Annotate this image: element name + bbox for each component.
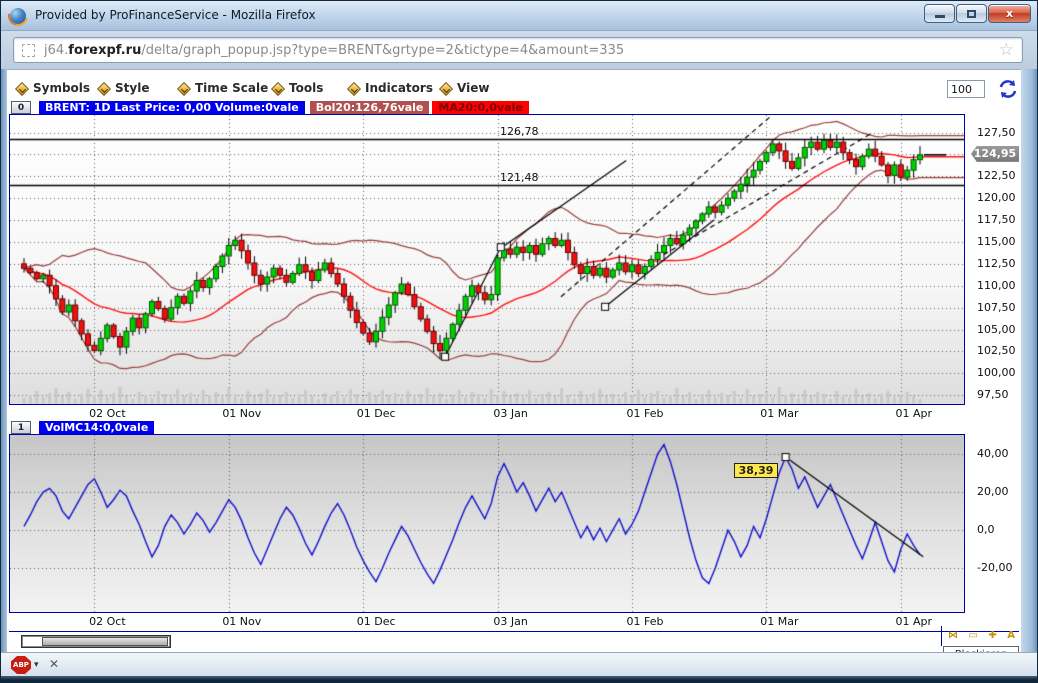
url-text: j64.forexpf.ru/delta/graph_popup.jsp?typ… [44,43,624,58]
pane-index-button[interactable]: 0 [11,101,31,114]
favicon-placeholder-icon [22,44,35,57]
x-axis-label: 02 Oct [89,407,126,420]
x-axis-label: 01 Feb [627,407,664,420]
applet-divider [9,631,1019,632]
bollinger-legend-chip[interactable]: Bol20:126,76vale [310,101,430,115]
menu-symbols[interactable]: Symbols [15,78,90,98]
menu-diamond-icon [439,82,452,95]
indicator-tick-label: 40,00 [977,447,1009,460]
zoom-in-icon[interactable]: ✚ [988,631,996,641]
indicator-legend: 1 VolMC14:0,0vale [7,421,154,435]
indicator-tick-label: 20,00 [977,485,1009,498]
ma-legend-chip[interactable]: MA20:0,0vale [432,101,528,115]
chart-tool-panel: ⋈ ▭ ✚ A [941,626,1021,646]
title-bar[interactable]: Provided by ProFinanceService - Mozilla … [1,1,1038,31]
maximize-icon [967,10,976,18]
price-tick-label: 105,00 [977,323,1016,336]
indicator-tick-label: 0,0 [977,523,995,536]
bookmark-star-icon[interactable]: ☆ [999,42,1014,59]
menu-diamond-icon [347,82,360,95]
menu-tools[interactable]: Tools [271,78,323,98]
main-chart-canvas[interactable] [10,115,964,404]
pane-index-button[interactable]: 1 [11,421,31,434]
window-frame-right [1021,69,1038,676]
addon-bar: ABP ▾ ✕ [1,652,1038,676]
window-title: Provided by ProFinanceService - Mozilla … [35,8,316,22]
adblock-icon[interactable]: ABP [11,656,31,674]
last-price-badge: 124,95 [971,146,1019,162]
maximize-button[interactable] [956,4,987,23]
chart-menu-bar: Symbols Style Time Scale Tools Indicator… [7,78,1021,100]
close-icon: x [1006,7,1013,20]
minimize-icon [935,15,945,18]
navigation-bar: j64.forexpf.ru/delta/graph_popup.jsp?typ… [1,31,1038,69]
close-button[interactable]: x [988,4,1031,23]
amount-input[interactable] [947,80,985,98]
price-tick-label: 122,50 [977,169,1016,182]
price-tick-label: 100,00 [977,366,1016,379]
main-time-axis: 02 Oct 01 Nov 01 Dec 03 Jan 01 Feb 01 Mar 01 A… [9,406,965,420]
price-tick-label: 120,00 [977,191,1016,204]
x-axis-label: 03 Jan [493,407,527,420]
x-axis-label: 01 Apr [896,615,933,628]
price-tick-label: 97,50 [977,388,1009,401]
url-input[interactable]: j64.forexpf.ru/delta/graph_popup.jsp?typ… [13,37,1023,63]
refresh-button[interactable] [997,78,1019,100]
menu-indicators[interactable]: Indicators [347,78,433,98]
price-tick-label: 112,50 [977,257,1016,270]
window-frame-bottom [1,676,1038,683]
x-axis-label: 01 Nov [222,615,261,628]
hline-value-label: 121,48 [500,171,539,184]
indicator-plot[interactable]: 38,39 [9,434,965,613]
menu-diamond-icon [15,82,28,95]
x-axis-label: 01 Feb [627,615,664,628]
x-axis-label: 03 Jan [493,615,527,628]
adblock-caret-icon[interactable]: ▾ [34,660,39,670]
firefox-icon [10,8,26,24]
hline-value-label: 126,78 [500,125,539,138]
main-chart-plot[interactable]: 126,78 121,48 [9,114,965,405]
indicator-time-axis: 02 Oct 01 Nov 01 Dec 03 Jan 01 Feb 01 Mar 01 A… [9,614,965,628]
indicator-tick-label: -20,00 [977,561,1012,574]
symbol-legend-chip[interactable]: BRENT: 1D Last Price: 0,00 Volume:0vale [39,101,305,115]
price-tick-label: 102,50 [977,344,1016,357]
menu-time-scale[interactable]: Time Scale [177,78,268,98]
x-axis-label: 01 Mar [760,615,798,628]
menu-diamond-icon [177,82,190,95]
x-axis-label: 01 Mar [760,407,798,420]
x-axis-label: 02 Oct [89,615,126,628]
indicator-value-axis: 40,00 20,00 0,0 -20,00 [967,434,1021,613]
menu-style[interactable]: Style [97,78,149,98]
price-tick-label: 110,00 [977,279,1016,292]
main-price-axis: 127,50 122,50 120,00 117,50 115,00 112,50 110,… [967,114,1021,405]
price-tick-label: 107,50 [977,301,1016,314]
chart-page: Symbols Style Time Scale Tools Indicator… [7,69,1021,653]
auto-scale-icon[interactable]: A [1007,631,1015,641]
menu-diamond-icon [271,82,284,95]
firefox-window: Provided by ProFinanceService - Mozilla … [0,0,1038,683]
trendline-value-marker[interactable]: 38,39 [734,463,779,478]
window-controls: x [923,4,1031,23]
x-axis-label: 01 Nov [222,407,261,420]
x-axis-label: 01 Dec [357,615,396,628]
x-axis-label: 01 Dec [357,407,396,420]
chart-scrollbar-thumb[interactable] [42,637,168,646]
x-axis-label: 01 Apr [896,407,933,420]
menu-diamond-icon [97,82,110,95]
main-chart-legend: 0 BRENT: 1D Last Price: 0,00 Volume:0val… [7,101,529,115]
volmc-legend-chip[interactable]: VolMC14:0,0vale [39,421,154,435]
refresh-icon [997,78,1019,100]
menu-view[interactable]: View [439,78,489,98]
chart-scrollbar[interactable] [21,635,171,648]
price-tick-label: 115,00 [977,235,1016,248]
price-tick-label: 127,50 [977,126,1016,139]
addon-bar-close-icon[interactable]: ✕ [49,657,59,671]
zoom-out-icon[interactable]: ▭ [968,631,977,641]
price-tick-label: 117,50 [977,213,1016,226]
zoom-fit-icon[interactable]: ⋈ [948,631,958,641]
minimize-button[interactable] [924,4,955,23]
indicator-canvas[interactable] [10,435,964,612]
